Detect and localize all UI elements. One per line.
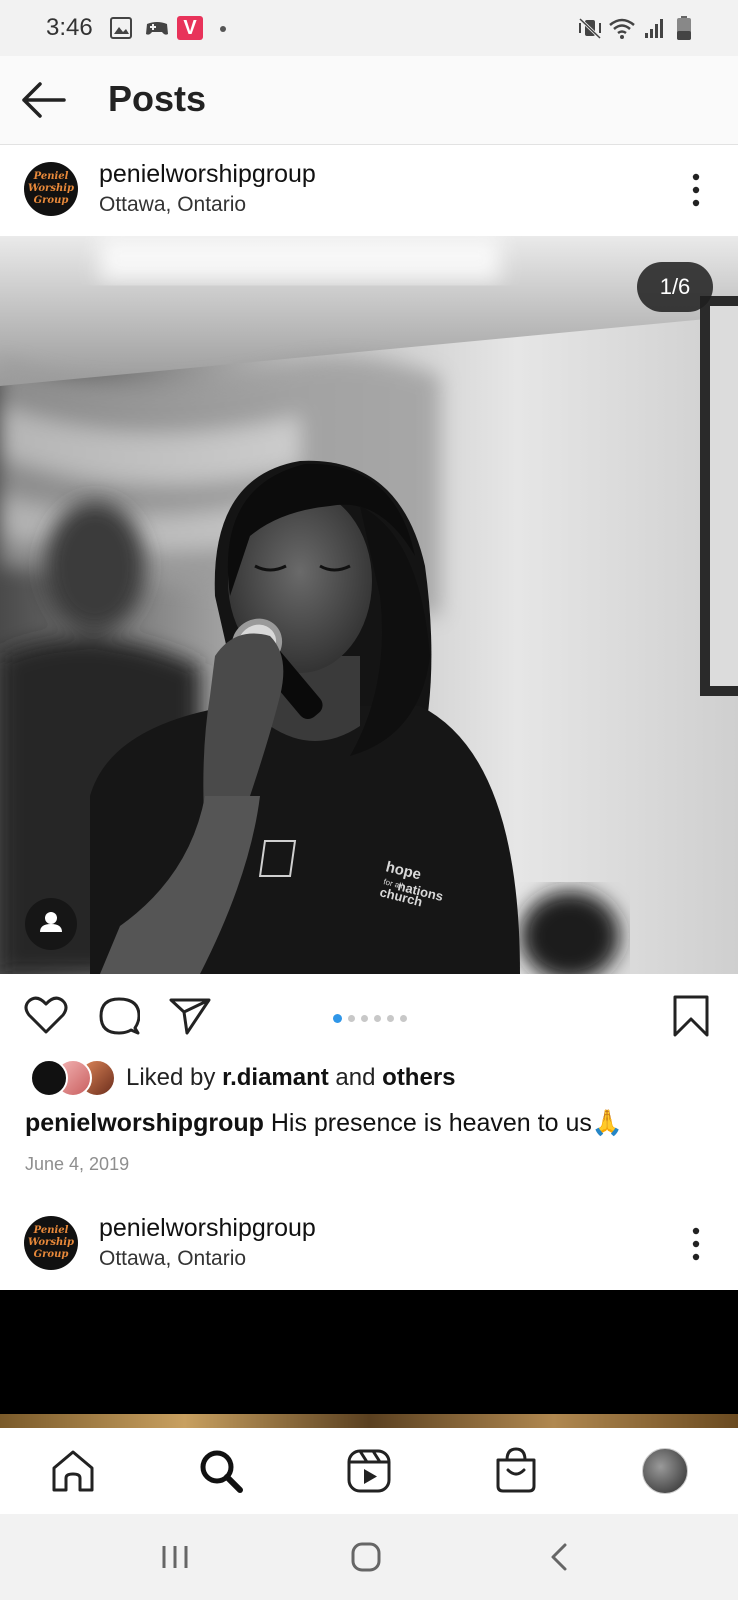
- reels-icon[interactable]: [346, 1448, 392, 1494]
- tagged-people-button[interactable]: [25, 898, 77, 950]
- post-username[interactable]: penielworshipgroup: [99, 160, 316, 189]
- liked-by-join: and: [328, 1064, 383, 1091]
- image-icon: [110, 17, 132, 39]
- avatar-text-line: Group: [33, 1249, 69, 1260]
- more-options-icon[interactable]: [684, 173, 708, 207]
- search-icon[interactable]: [198, 1448, 244, 1494]
- back-arrow-icon[interactable]: [20, 80, 66, 120]
- more-options-icon[interactable]: [684, 1227, 708, 1261]
- post-date: June 4, 2019: [25, 1154, 130, 1174]
- home-button-icon[interactable]: [350, 1541, 382, 1573]
- next-post-header: Peniel Worship Group penielworshipgroup …: [0, 1199, 738, 1289]
- share-send-icon[interactable]: [168, 996, 212, 1036]
- app-header: Posts: [0, 56, 738, 145]
- back-button-icon[interactable]: [548, 1541, 570, 1573]
- post-photo[interactable]: hope for all nations church: [0, 236, 738, 974]
- liked-by-others[interactable]: others: [382, 1064, 455, 1091]
- post-avatar[interactable]: Peniel Worship Group: [24, 162, 78, 216]
- page-title: Posts: [108, 78, 207, 119]
- next-post-media[interactable]: [0, 1290, 738, 1430]
- game-controller-icon: [146, 22, 168, 35]
- carousel-counter: 1/6: [637, 262, 713, 312]
- post-location[interactable]: Ottawa, Ontario: [99, 1247, 246, 1271]
- post-location[interactable]: Ottawa, Ontario: [99, 193, 246, 217]
- battery-icon: [677, 16, 691, 40]
- bottom-navigation: [0, 1428, 738, 1514]
- avatar-text-line: Worship: [27, 183, 75, 194]
- avatar-text-line: Worship: [27, 1237, 75, 1248]
- caption-username[interactable]: penielworshipgroup: [25, 1109, 264, 1137]
- signal-icon: [645, 19, 663, 38]
- post-caption: penielworshipgroup His presence is heave…: [25, 1109, 623, 1138]
- post-header: Peniel Worship Group penielworshipgroup …: [0, 145, 738, 235]
- system-navigation-bar: [0, 1514, 738, 1600]
- v-app-icon: V: [177, 16, 203, 40]
- wifi-icon: [609, 18, 635, 39]
- save-bookmark-icon[interactable]: [672, 994, 710, 1038]
- recent-apps-icon[interactable]: [160, 1542, 190, 1572]
- status-bar: 3:46 V: [0, 0, 738, 56]
- shop-icon[interactable]: [494, 1446, 538, 1494]
- avatar-text-line: Peniel: [33, 171, 69, 182]
- post-username[interactable]: penielworshipgroup: [99, 1214, 316, 1243]
- post-avatar[interactable]: Peniel Worship Group: [24, 1216, 78, 1270]
- avatar: [30, 1059, 68, 1097]
- home-icon[interactable]: [50, 1448, 96, 1494]
- carousel-dots: [333, 1010, 413, 1028]
- carousel-dot: [333, 1014, 342, 1024]
- liked-by-user[interactable]: r.diamant: [222, 1064, 329, 1091]
- avatar-text-line: Group: [33, 195, 69, 206]
- status-time: 3:46: [46, 14, 93, 41]
- mute-vibrate-icon: [578, 17, 602, 39]
- carousel-dot: [348, 1015, 355, 1023]
- carousel-dot: [361, 1015, 368, 1023]
- profile-avatar[interactable]: [642, 1448, 688, 1494]
- pray-emoji-icon: 🙏: [591, 1109, 624, 1137]
- person-icon: [40, 912, 62, 932]
- liked-by-prefix: Liked by: [126, 1064, 223, 1091]
- comment-icon[interactable]: [98, 996, 140, 1036]
- caption-text: His presence is heaven to us: [263, 1109, 592, 1137]
- avatar-text-line: Peniel: [33, 1225, 69, 1236]
- carousel-dot: [374, 1015, 381, 1023]
- carousel-dot: [387, 1015, 394, 1023]
- dot-icon: [220, 26, 226, 32]
- carousel-dot: [400, 1015, 407, 1023]
- like-heart-icon[interactable]: [24, 994, 68, 1036]
- liker-avatars[interactable]: [30, 1059, 120, 1097]
- liked-by-text[interactable]: Liked by r.diamant and others: [126, 1064, 456, 1092]
